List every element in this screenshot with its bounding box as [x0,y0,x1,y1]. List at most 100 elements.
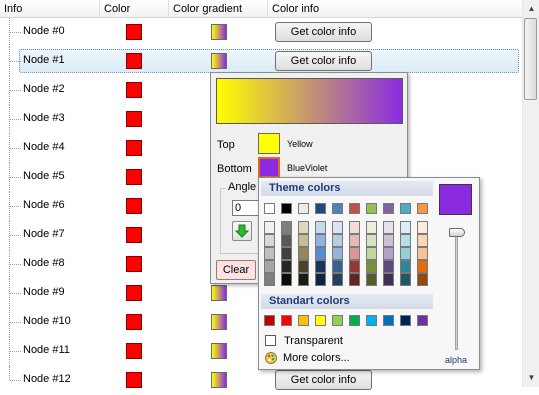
theme-shade-cell[interactable] [383,260,394,273]
standard-color-cell[interactable] [332,315,343,326]
standard-color-cell[interactable] [281,315,292,326]
column-header-info[interactable]: Info [0,0,100,18]
standard-color-cell[interactable] [400,315,411,326]
color-swatch[interactable] [126,227,142,243]
theme-shade-cell[interactable] [417,234,428,247]
alpha-track[interactable] [455,228,458,350]
theme-shade-cell[interactable] [264,221,275,234]
theme-shade-cell[interactable] [366,247,377,260]
theme-shade-cell[interactable] [315,221,326,234]
transparent-label[interactable]: Transparent [284,335,343,347]
gradient-swatch[interactable] [211,285,227,301]
theme-shade-cell[interactable] [383,273,394,286]
column-header-color-info[interactable]: Color info [268,0,522,18]
theme-shade-cell[interactable] [349,260,360,273]
standard-color-cell[interactable] [298,315,309,326]
standard-color-cell[interactable] [366,315,377,326]
standard-color-cell[interactable] [264,315,275,326]
column-header-gradient[interactable]: Color gradient [169,0,268,18]
theme-shade-cell[interactable] [366,221,377,234]
theme-shade-cell[interactable] [281,221,292,234]
node-label[interactable]: Node #0 [23,25,65,37]
theme-shade-cell[interactable] [349,273,360,286]
transparent-checkbox[interactable] [265,335,276,346]
theme-shade-cell[interactable] [366,260,377,273]
theme-shade-cell[interactable] [400,273,411,286]
color-swatch[interactable] [126,343,142,359]
theme-shade-cell[interactable] [349,234,360,247]
theme-shade-cell[interactable] [298,260,309,273]
theme-shade-cell[interactable] [332,247,343,260]
theme-color-cell[interactable] [332,203,343,214]
theme-color-cell[interactable] [298,203,309,214]
theme-shade-cell[interactable] [298,247,309,260]
tree-row[interactable]: Node #0 Get color info [0,18,522,47]
clear-button[interactable]: Clear [216,260,256,280]
theme-shade-cell[interactable] [281,260,292,273]
theme-shade-cell[interactable] [332,260,343,273]
get-color-info-button[interactable]: Get color info [275,370,372,390]
theme-shade-cell[interactable] [264,273,275,286]
node-label[interactable]: Node #4 [23,141,65,153]
theme-shade-cell[interactable] [281,247,292,260]
color-swatch[interactable] [126,24,142,40]
theme-shade-cell[interactable] [383,247,394,260]
node-label[interactable]: Node #6 [23,199,65,211]
node-label[interactable]: Node #1 [23,54,65,66]
standard-color-cell[interactable] [383,315,394,326]
tree-row[interactable]: Node #12 Get color info [0,366,522,395]
column-header-color[interactable]: Color [100,0,169,18]
gradient-swatch[interactable] [211,314,227,330]
theme-shade-cell[interactable] [332,221,343,234]
color-swatch[interactable] [126,372,142,388]
theme-shade-cell[interactable] [315,234,326,247]
theme-shade-cell[interactable] [417,221,428,234]
theme-shade-cell[interactable] [298,221,309,234]
node-label[interactable]: Node #9 [23,286,65,298]
node-label[interactable]: Node #7 [23,228,65,240]
theme-shade-cell[interactable] [383,221,394,234]
standard-color-cell[interactable] [417,315,428,326]
get-color-info-button[interactable]: Get color info [275,51,372,71]
theme-shade-cell[interactable] [366,234,377,247]
theme-shade-cell[interactable] [366,273,377,286]
node-label[interactable]: Node #12 [23,373,71,385]
theme-shade-cell[interactable] [264,260,275,273]
theme-shade-cell[interactable] [400,234,411,247]
theme-shade-cell[interactable] [298,234,309,247]
theme-shade-cell[interactable] [264,247,275,260]
theme-shade-cell[interactable] [349,247,360,260]
node-label[interactable]: Node #11 [23,344,70,356]
scroll-up-icon[interactable]: ▲ [524,1,539,17]
theme-shade-cell[interactable] [417,273,428,286]
color-swatch[interactable] [126,53,142,69]
theme-shade-cell[interactable] [264,234,275,247]
theme-shade-cell[interactable] [315,260,326,273]
top-color-swatch[interactable] [258,133,280,154]
more-colors-link[interactable]: More colors... [283,352,350,364]
theme-shade-cell[interactable] [332,273,343,286]
color-swatch[interactable] [126,285,142,301]
theme-color-cell[interactable] [264,203,275,214]
theme-color-cell[interactable] [281,203,292,214]
scrollbar-thumb[interactable] [524,18,537,100]
alpha-slider-thumb[interactable] [449,228,465,237]
node-label[interactable]: Node #5 [23,170,65,182]
color-swatch[interactable] [126,169,142,185]
theme-color-cell[interactable] [349,203,360,214]
standard-color-cell[interactable] [315,315,326,326]
node-label[interactable]: Node #2 [23,83,65,95]
theme-shade-cell[interactable] [383,234,394,247]
bottom-color-swatch[interactable] [258,157,280,178]
theme-shade-cell[interactable] [281,273,292,286]
node-label[interactable]: Node #3 [23,112,65,124]
color-swatch[interactable] [126,140,142,156]
theme-shade-cell[interactable] [281,234,292,247]
theme-color-cell[interactable] [366,203,377,214]
theme-color-cell[interactable] [400,203,411,214]
gradient-swatch[interactable] [211,53,227,69]
node-label[interactable]: Node #10 [23,315,71,327]
gradient-swatch[interactable] [211,343,227,359]
scroll-down-icon[interactable]: ▼ [524,370,539,386]
theme-shade-cell[interactable] [298,273,309,286]
